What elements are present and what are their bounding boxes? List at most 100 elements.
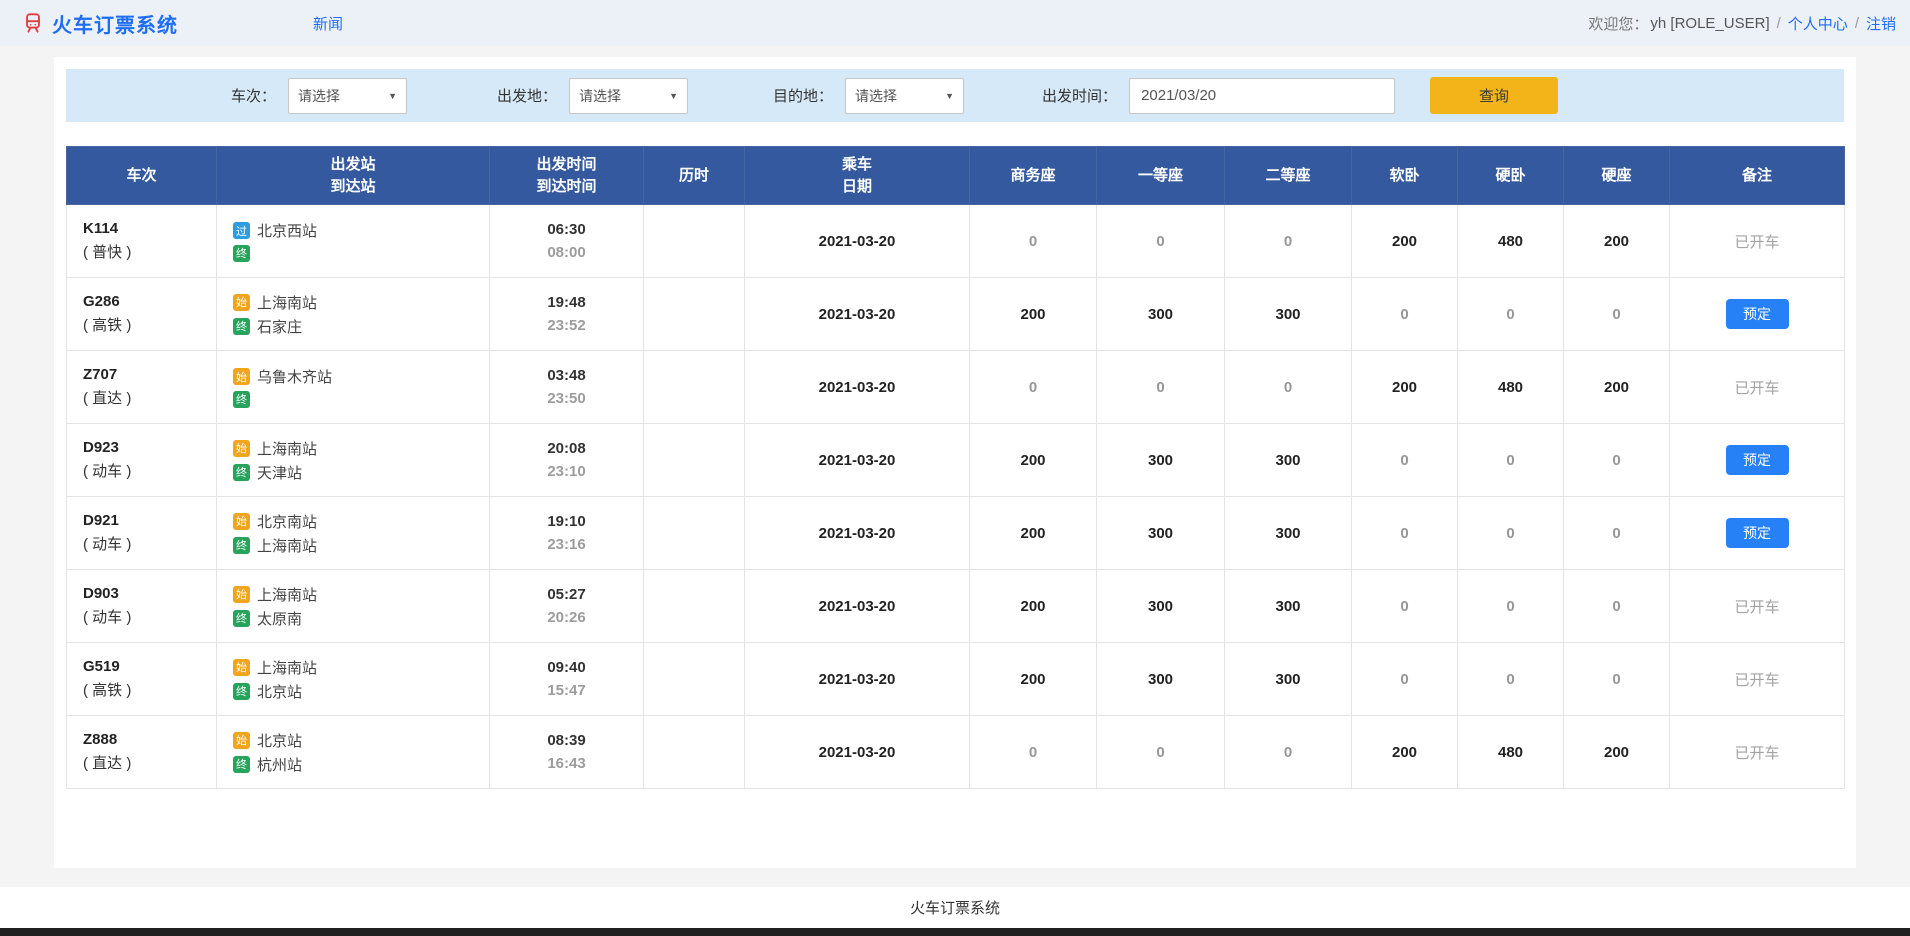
date-cell: 2021-03-20: [744, 350, 970, 424]
destination-label: 目的地：: [773, 88, 834, 105]
seat-soft-sleeper: 200: [1351, 715, 1458, 789]
book-button[interactable]: 预定: [1725, 445, 1789, 475]
stations-cell: 始北京南站终上海南站: [216, 496, 490, 570]
user-area: 欢迎您： yh [ROLE_USER] / 个人中心 / 注销: [1588, 13, 1896, 34]
station-line: 始上海南站: [233, 584, 489, 605]
seat-hard-seat: 0: [1563, 496, 1670, 570]
time-cell: 03:48 23:50: [489, 350, 644, 424]
chevron-down-icon: ▼: [945, 90, 955, 101]
time-cell: 05:27 20:26: [489, 569, 644, 643]
time-cell: 08:39 16:43: [489, 715, 644, 789]
duration-cell: [643, 642, 745, 716]
station-line: 终: [233, 244, 489, 262]
note-cell: 已开车: [1669, 642, 1845, 716]
column-header: 二等座: [1224, 146, 1352, 205]
column-header: 一等座: [1096, 146, 1225, 205]
seat-soft-sleeper: 0: [1351, 277, 1458, 351]
table-row: D923( 动车 ) 始上海南站终天津站 20:08 23:10 2021-03-20 2…: [66, 423, 1845, 497]
seat-hard-sleeper: 0: [1457, 569, 1564, 643]
date-cell: 2021-03-20: [744, 496, 970, 570]
destination-select[interactable]: 请选择 ▼: [845, 77, 965, 114]
station-badge: 终: [233, 755, 250, 773]
date-cell: 2021-03-20: [744, 423, 970, 497]
train-cell: Z888 ( 直达 ): [66, 715, 217, 789]
train-cell: G286 ( 高铁 ): [66, 277, 217, 351]
table-row: G519 ( 高铁 ) 始上海南站终北京站 09:40 15:47 2021-03-20 2…: [66, 642, 1845, 716]
train-cell: G519 ( 高铁 ): [66, 642, 217, 716]
field-depart-date: 出发时间：: [1042, 77, 1396, 114]
book-button[interactable]: 预定: [1725, 299, 1789, 329]
seat-first-class-seat: 300: [1096, 569, 1225, 643]
station-badge: 终: [233, 536, 250, 554]
station-line: 始乌鲁木齐站: [233, 366, 489, 387]
departure-select[interactable]: 请选择 ▼: [569, 77, 689, 114]
status-text: 已开车: [1734, 598, 1780, 616]
depart-time: 20:08: [547, 440, 586, 457]
date-cell: 2021-03-20: [744, 277, 970, 351]
arrive-time: 23:50: [547, 390, 586, 407]
train-number: G286: [83, 293, 120, 310]
seat-first-class-seat: 300: [1096, 496, 1225, 570]
station-name: 上海南站: [257, 659, 318, 677]
date-cell: 2021-03-20: [744, 642, 970, 716]
station-line: 终上海南站: [233, 535, 489, 556]
stations-cell: 过北京西站终: [216, 204, 490, 278]
seat-first-class-seat: 0: [1096, 204, 1225, 278]
time-cell: 09:40 15:47: [489, 642, 644, 716]
seat-soft-sleeper: 0: [1351, 642, 1458, 716]
separator: /: [1854, 14, 1859, 32]
depart-time: 09:40: [547, 659, 586, 676]
duration-cell: [643, 423, 745, 497]
depart-time: 06:30: [547, 221, 586, 238]
stations-cell: 始北京站终杭州站: [216, 715, 490, 789]
logout-link[interactable]: 注销: [1866, 13, 1896, 34]
note-cell: 已开车: [1669, 350, 1845, 424]
note-cell: 已开车: [1669, 715, 1845, 789]
stations-cell: 始上海南站终北京站: [216, 642, 490, 716]
date-cell: 2021-03-20: [744, 204, 970, 278]
station-badge: 始: [233, 585, 250, 603]
seat-second-class-seat: 0: [1224, 715, 1352, 789]
destination-select-value: 请选择: [855, 87, 898, 104]
station-line: 过北京西站: [233, 220, 489, 241]
departure-label: 出发地：: [497, 88, 558, 105]
arrive-time: 08:00: [547, 244, 586, 261]
train-type: ( 直达 ): [83, 390, 132, 407]
table-row: Z888( 直达 ) 始北京站终杭州站 08:39 16:43 2021-03-20 0 0…: [66, 715, 1845, 789]
seat-hard-seat: 0: [1563, 277, 1670, 351]
station-badge: 终: [233, 682, 250, 700]
station-line: 终天津站: [233, 462, 489, 483]
seat-hard-sleeper: 0: [1457, 642, 1564, 716]
column-header: 乘车 日期: [744, 146, 970, 205]
book-button[interactable]: 预定: [1725, 518, 1789, 548]
arrive-time: 23:16: [547, 536, 586, 553]
brand[interactable]: 火车订票系统: [22, 9, 178, 38]
train-type: ( 直达 ): [83, 755, 132, 772]
train-number: D903: [83, 585, 119, 602]
profile-link[interactable]: 个人中心: [1788, 13, 1848, 34]
seat-hard-seat: 0: [1563, 423, 1670, 497]
seat-business-seat: 200: [969, 423, 1097, 497]
search-button[interactable]: 查询: [1430, 77, 1559, 114]
train-number: D923: [83, 439, 119, 456]
train-cell: K114 ( 普快 ): [66, 204, 217, 278]
seat-hard-sleeper: 480: [1457, 350, 1564, 424]
seat-business-seat: 200: [969, 642, 1097, 716]
depart-date-input[interactable]: [1129, 77, 1396, 114]
duration-cell: [643, 569, 745, 643]
footer-text: 火车订票系统: [909, 900, 1000, 917]
train-no-select[interactable]: 请选择 ▼: [288, 77, 408, 114]
note-cell: 预定: [1669, 277, 1845, 351]
seat-second-class-seat: 0: [1224, 204, 1352, 278]
column-header: 软卧: [1351, 146, 1458, 205]
nav-news-link[interactable]: 新闻: [313, 13, 343, 34]
footer: 火车订票系统: [0, 887, 1910, 928]
status-text: 已开车: [1734, 233, 1780, 251]
stations-cell: 始上海南站终太原南: [216, 569, 490, 643]
time-cell: 19:48 23:52: [489, 277, 644, 351]
seat-hard-seat: 200: [1563, 204, 1670, 278]
depart-date-label: 出发时间：: [1042, 88, 1118, 105]
date-cell: 2021-03-20: [744, 569, 970, 643]
station-badge: 始: [233, 439, 250, 457]
station-name: 北京站: [257, 683, 303, 701]
